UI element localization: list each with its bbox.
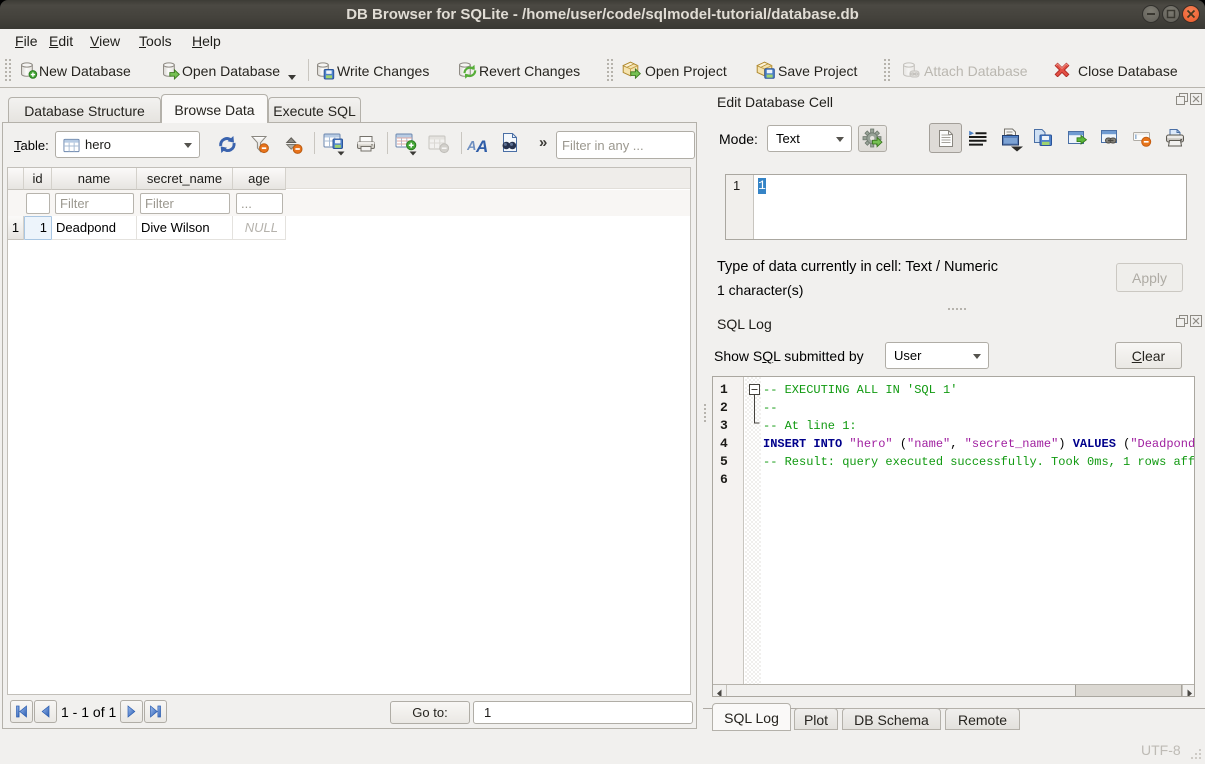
svg-text:A: A — [467, 138, 476, 153]
svg-text:A: A — [475, 137, 488, 154]
